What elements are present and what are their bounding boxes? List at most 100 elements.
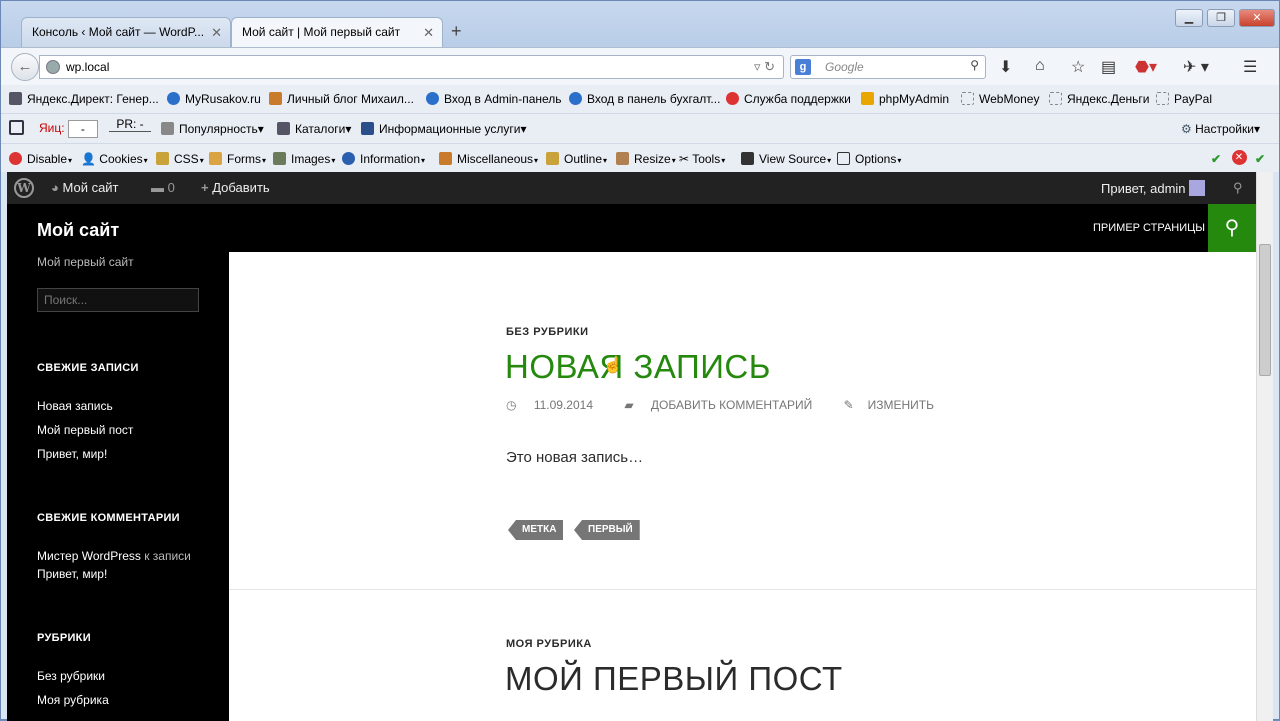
tag-link[interactable]: ПЕРВЫЙ xyxy=(574,520,640,540)
sidebar-search-input[interactable]: Поиск... xyxy=(37,288,199,312)
tools-menu[interactable]: ✂ Tools xyxy=(679,152,725,166)
category-link[interactable]: Моя рубрика xyxy=(37,693,109,707)
tab-label: Мой сайт | Мой первый сайт xyxy=(242,25,401,39)
bookmark-item[interactable]: Яндекс.Директ: Генер... xyxy=(9,92,159,106)
bookmark-item[interactable]: phpMyAdmin xyxy=(861,92,949,106)
disable-menu[interactable]: Disable xyxy=(9,152,72,166)
information-menu[interactable]: Information xyxy=(342,152,425,166)
bookmark-item[interactable]: Вход в панель бухгалт... xyxy=(569,92,720,106)
images-menu[interactable]: Images xyxy=(273,152,335,166)
view-source-menu[interactable]: View Source xyxy=(741,152,831,166)
css-menu[interactable]: CSS xyxy=(156,152,204,166)
reading-list-icon[interactable]: ▤ xyxy=(1101,57,1116,77)
bookmark-item[interactable]: MyRusakov.ru xyxy=(167,92,261,106)
category-link[interactable]: Без рубрики xyxy=(37,669,105,683)
bookmark-item[interactable]: Личный блог Михаил... xyxy=(269,92,414,106)
edit-link[interactable]: ✎ ИЗМЕНИТЬ xyxy=(844,398,948,412)
adblock-icon[interactable]: ⬣▾ xyxy=(1135,57,1157,77)
home-icon[interactable]: ⌂ xyxy=(1035,57,1045,75)
minimize-button[interactable]: ▁ xyxy=(1175,9,1203,27)
bookmark-item[interactable]: WebMoney xyxy=(961,92,1039,106)
info-services-menu[interactable]: Информационные услуги▾ xyxy=(361,122,527,136)
tab-site[interactable]: Мой сайт | Мой первый сайт ✕ xyxy=(231,17,443,47)
globe-icon xyxy=(167,92,180,105)
address-bar[interactable]: wp.local ▿ ↻ xyxy=(39,55,784,79)
bookmark-label: PayPal xyxy=(1174,92,1213,106)
comment-author-link[interactable]: Мистер WordPress к записи xyxy=(37,549,191,563)
yandex-logo-icon[interactable] xyxy=(9,120,29,136)
post-title[interactable]: НОВАЯ ЗАПИСЬ xyxy=(505,348,771,386)
download-icon[interactable]: ⬇ xyxy=(999,57,1012,77)
error-icon[interactable]: ✕ xyxy=(1232,150,1247,165)
search-field[interactable]: g Google ⚲ xyxy=(790,55,986,79)
catalogs-menu[interactable]: Каталоги▾ xyxy=(277,122,351,136)
wordpress-logo-icon[interactable]: W xyxy=(14,178,34,198)
post-date-link[interactable]: ◷ 11.09.2014 xyxy=(506,398,607,412)
page-icon xyxy=(1156,92,1169,105)
recent-post-link[interactable]: Новая запись xyxy=(37,399,113,413)
gear-icon: ⚙ xyxy=(1181,122,1192,136)
menu-icon[interactable]: ☰ xyxy=(1243,57,1257,77)
options-menu[interactable]: Options xyxy=(837,152,901,166)
maximize-button[interactable]: ❐ xyxy=(1207,9,1235,27)
comment-post-link[interactable]: Привет, мир! xyxy=(37,567,107,581)
close-tab-icon[interactable]: ✕ xyxy=(423,25,434,41)
menu-label: Cookies xyxy=(99,152,143,166)
site-name: Мой сайт xyxy=(62,180,119,195)
new-tab-icon[interactable]: + xyxy=(451,21,462,42)
misc-menu[interactable]: Miscellaneous xyxy=(439,152,538,166)
page-icon xyxy=(1049,92,1062,105)
valid-check-icon[interactable]: ✔ xyxy=(1211,152,1222,166)
vertical-scrollbar[interactable] xyxy=(1256,172,1273,721)
bookmark-item[interactable]: Яндекс.Деньги xyxy=(1049,92,1149,106)
add-comment-link[interactable]: ▰ ДОБАВИТЬ КОММЕНТАРИЙ xyxy=(624,398,826,412)
web-developer-toolbar: Disable 👤 Cookies CSS Forms Images Infor… xyxy=(1,143,1279,172)
misc-icon xyxy=(439,152,452,165)
comment-author[interactable]: Мистер WordPress xyxy=(37,549,141,563)
tab-bar: Консоль ‹ Мой сайт — WordP... ✕ Мой сайт… xyxy=(1,1,1279,47)
bookmark-item[interactable]: Вход в Admin-панель xyxy=(426,92,562,106)
extension-icon[interactable]: ✈ ▾ xyxy=(1183,57,1209,77)
bookmark-star-icon[interactable]: ☆ xyxy=(1071,57,1085,77)
site-name-link[interactable]: ◕ Мой сайт xyxy=(51,180,119,195)
post-category[interactable]: БЕЗ РУБРИКИ xyxy=(506,326,589,338)
post-category[interactable]: МОЯ РУБРИКА xyxy=(506,638,592,650)
reload-icon[interactable]: ▿ ↻ xyxy=(754,59,775,75)
account-menu[interactable]: Привет, admin xyxy=(1101,180,1206,196)
tab-console[interactable]: Консоль ‹ Мой сайт — WordP... ✕ xyxy=(21,17,231,47)
scrollbar-thumb[interactable] xyxy=(1259,244,1271,376)
search-icon[interactable]: ⚲ xyxy=(1233,180,1243,196)
back-button[interactable]: ← xyxy=(11,53,39,81)
css-check-icon[interactable]: ✔ xyxy=(1255,152,1266,166)
menu-item-sample-page[interactable]: ПРИМЕР СТРАНИЦЫ xyxy=(1093,222,1205,234)
recent-post-link[interactable]: Мой первый пост xyxy=(37,423,133,437)
bookmark-item[interactable]: Служба поддержки xyxy=(726,92,851,106)
close-tab-icon[interactable]: ✕ xyxy=(211,25,222,41)
add-new-link[interactable]: + Добавить xyxy=(201,180,270,195)
popularity-menu[interactable]: Популярность▾ xyxy=(161,122,264,136)
search-icon[interactable]: ⚲ xyxy=(970,58,979,72)
cookies-menu[interactable]: 👤 Cookies xyxy=(81,152,148,166)
avatar xyxy=(1189,180,1206,196)
post-meta: ◷ 11.09.2014 ▰ ДОБАВИТЬ КОММЕНТАРИЙ ✎ ИЗМ… xyxy=(506,398,962,412)
header-search-button[interactable]: ⚲ xyxy=(1208,204,1256,252)
post-date: 11.09.2014 xyxy=(533,398,593,412)
site-title[interactable]: Мой сайт xyxy=(37,220,119,241)
resize-menu[interactable]: Resize xyxy=(616,152,676,166)
post-title[interactable]: МОЙ ПЕРВЫЙ ПОСТ xyxy=(505,660,843,698)
post-divider xyxy=(229,589,1256,590)
square-icon xyxy=(9,120,24,135)
comment-icon: ▬ xyxy=(151,180,164,195)
close-window-button[interactable]: ✕ xyxy=(1239,9,1275,27)
tag-link[interactable]: МЕТКА xyxy=(508,520,564,540)
bookmark-item[interactable]: PayPal xyxy=(1156,92,1212,106)
menu-label: Информационные услуги xyxy=(379,122,521,136)
recent-post-link[interactable]: Привет, мир! xyxy=(37,447,107,461)
comment-label: ДОБАВИТЬ КОММЕНТАРИЙ xyxy=(650,398,813,412)
bookmark-icon xyxy=(9,92,22,105)
tools-icon: ✂ xyxy=(679,152,690,166)
settings-menu[interactable]: ⚙ Настройки▾ xyxy=(1181,122,1260,136)
comments-link[interactable]: ▬ 0 xyxy=(151,180,175,195)
outline-menu[interactable]: Outline xyxy=(546,152,607,166)
forms-menu[interactable]: Forms xyxy=(209,152,266,166)
